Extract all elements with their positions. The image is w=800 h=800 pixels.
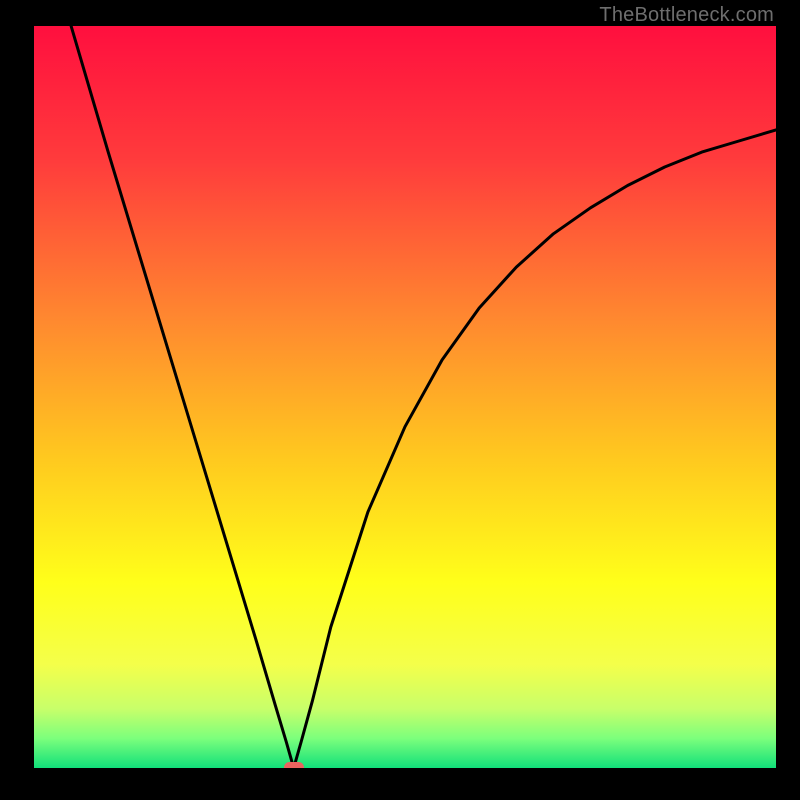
watermark-text: TheBottleneck.com [599, 4, 774, 27]
chart-frame [34, 26, 776, 768]
optimal-marker [284, 762, 304, 768]
bottleneck-curve [34, 26, 776, 768]
